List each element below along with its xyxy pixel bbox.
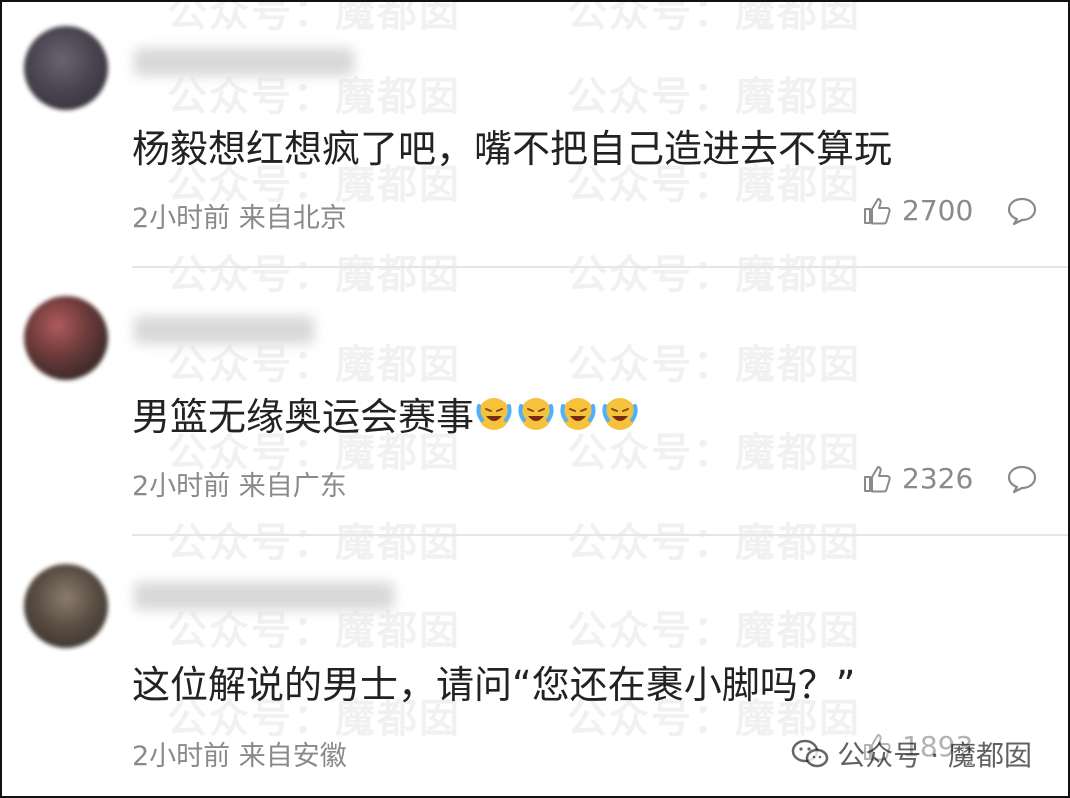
wechat-icon: [792, 739, 829, 768]
comment-location: 来自安徽: [238, 741, 347, 772]
username-blurred[interactable]: [134, 582, 394, 610]
username-blurred[interactable]: [134, 48, 354, 76]
comment-text: 杨毅想红想疯了吧，嘴不把自己造进去不算玩: [132, 127, 893, 171]
divider: [132, 534, 1068, 536]
comment-feed: 公众号：魔都囡 公众号：魔都囡 公众号：魔都囡 公众号：魔都囡 公众号：魔都囡 …: [0, 0, 1070, 798]
watermark: 公众号：魔都囡: [567, 520, 861, 566]
watermark: 公众号：魔都囡: [167, 520, 461, 566]
watermark: 公众号：魔都囡: [567, 252, 861, 298]
comment-meta: 2小时前 来自安徽: [132, 734, 347, 773]
avatar[interactable]: [24, 564, 108, 648]
reply-button[interactable]: [1006, 464, 1038, 498]
watermark: 公众号：魔都囡: [567, 342, 861, 388]
laugh-cry-emoji-icon: [518, 398, 554, 430]
avatar[interactable]: [24, 26, 108, 110]
comment-text: 男篮无缘奥运会赛事: [132, 386, 642, 441]
watermark: 公众号：魔都囡: [567, 74, 861, 120]
emoji-group: [474, 395, 642, 439]
username-blurred[interactable]: [134, 316, 314, 344]
like-count: 2700: [902, 194, 974, 227]
laugh-cry-emoji-icon: [560, 398, 596, 430]
thumbs-up-icon: [864, 465, 891, 492]
comment-meta: 2小时前 来自北京: [132, 196, 347, 235]
comment-time: 2小时前: [132, 471, 231, 502]
watermark: 公众号：魔都囡: [167, 0, 461, 36]
logo-label: 公众号 · 魔都囡: [837, 739, 1032, 772]
watermark: 公众号：魔都囡: [567, 608, 861, 654]
comment-text: 这位解说的男士，请问“您还在裹小脚吗？”: [132, 663, 856, 707]
laugh-cry-emoji-icon: [476, 398, 512, 430]
divider: [132, 266, 1068, 268]
watermark: 公众号：魔都囡: [567, 0, 861, 36]
comment-time: 2小时前: [132, 741, 231, 772]
comment-bubble-icon: [1007, 197, 1037, 226]
avatar[interactable]: [24, 296, 108, 380]
comment-bubble-icon: [1007, 465, 1037, 494]
watermark: 公众号：魔都囡: [167, 252, 461, 298]
comment-location: 来自北京: [238, 203, 347, 234]
like-count: 2326: [902, 462, 974, 495]
like-button[interactable]: 2326: [862, 462, 973, 495]
laugh-cry-emoji-icon: [602, 398, 638, 430]
comment-text-body: 男篮无缘奥运会赛事: [132, 395, 475, 439]
account-logo: 公众号 · 魔都囡: [791, 734, 1032, 774]
thumbs-up-icon: [864, 197, 891, 224]
comment-time: 2小时前: [132, 203, 231, 234]
like-button[interactable]: 2700: [862, 194, 973, 227]
comment-location: 来自广东: [238, 471, 347, 502]
comment-meta: 2小时前 来自广东: [132, 464, 347, 503]
reply-button[interactable]: [1006, 196, 1038, 230]
